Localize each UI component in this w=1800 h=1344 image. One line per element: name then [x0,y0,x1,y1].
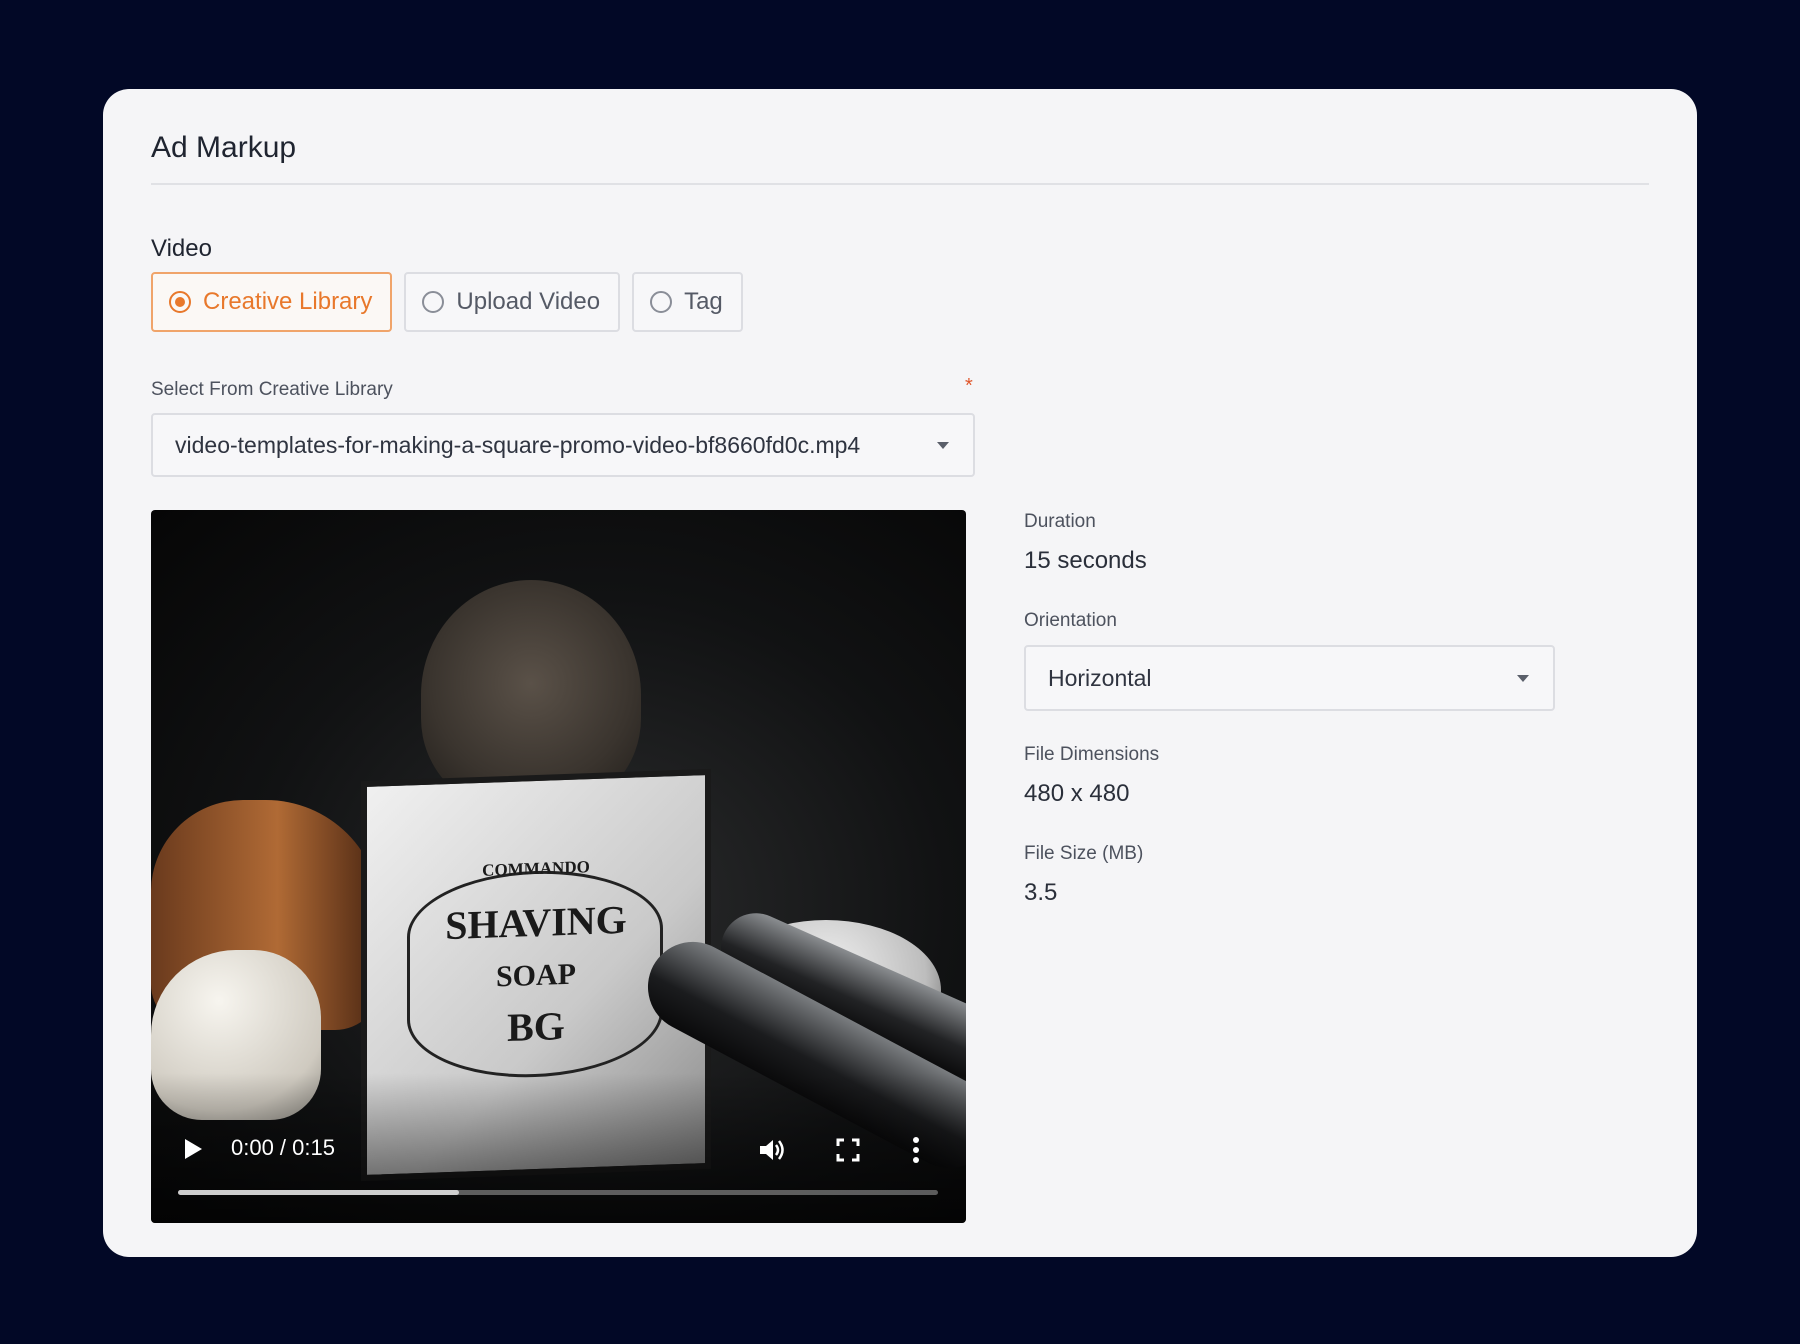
chevron-down-icon [937,441,949,449]
radio-label: Upload Video [456,288,601,315]
radio-label: Creative Library [203,288,373,315]
radio-upload-video[interactable]: Upload Video [404,272,621,332]
creative-library-select[interactable]: video-templates-for-making-a-square-prom… [151,413,975,477]
creative-select-label: Select From Creative Library [151,379,393,400]
radio-unchecked-icon [422,291,445,313]
volume-icon[interactable] [756,1135,786,1165]
play-icon[interactable] [185,1139,202,1159]
video-source-radio-group: Creative Library Upload Video Tag [151,272,743,332]
title-divider [151,183,1649,185]
duration-label: Duration [1024,511,1096,532]
radio-unchecked-icon [650,291,673,313]
creative-select-value: video-templates-for-making-a-square-prom… [175,431,861,458]
time-display: 0:00 / 0:15 [231,1135,335,1160]
progress-buffered [178,1190,460,1195]
orientation-label: Orientation [1024,610,1117,631]
file-size-label: File Size (MB) [1024,843,1144,864]
video-player[interactable]: COMMANDO SHAVING SOAP BG 0:00 / 0:15 [151,510,966,1223]
required-marker: * [965,375,973,397]
orientation-value: Horizontal [1048,664,1152,691]
duration-value: 15 seconds [1024,547,1147,574]
ad-markup-card: Ad Markup Video Creative Library Upload … [103,89,1697,1257]
card-title: Ad Markup [151,131,297,164]
fullscreen-icon[interactable] [835,1137,861,1163]
chevron-down-icon [1517,674,1529,682]
progress-bar[interactable] [178,1190,938,1195]
dimensions-label: File Dimensions [1024,744,1160,765]
more-vertical-icon[interactable] [911,1136,921,1164]
orientation-select[interactable]: Horizontal [1024,645,1555,711]
radio-checked-icon [169,291,191,313]
radio-creative-library[interactable]: Creative Library [151,272,393,332]
dimensions-value: 480 x 480 [1024,780,1130,807]
radio-label: Tag [684,288,723,315]
file-size-value: 3.5 [1024,879,1058,906]
radio-tag[interactable]: Tag [632,272,743,332]
video-section-label: Video [151,235,212,262]
